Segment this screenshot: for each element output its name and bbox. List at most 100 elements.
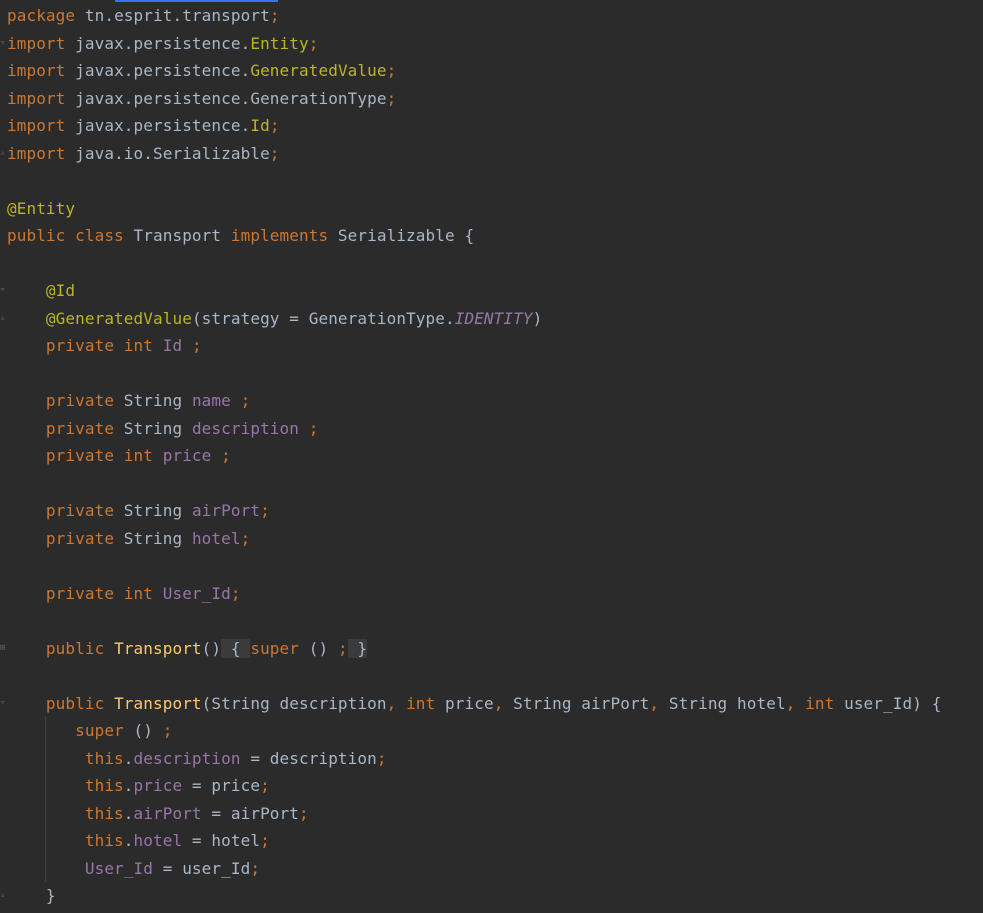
code-token: , int bbox=[386, 693, 446, 713]
code-line[interactable]: private String hotel; bbox=[7, 525, 250, 553]
code-token: ; bbox=[386, 88, 397, 108]
code-token: hotel bbox=[191, 528, 241, 548]
code-token: private int bbox=[7, 336, 163, 355]
code-token: = hotel bbox=[182, 831, 261, 850]
code-token: ; bbox=[386, 61, 397, 80]
code-token: } bbox=[347, 638, 368, 658]
code-token: ; bbox=[376, 748, 387, 768]
code-token: String bbox=[123, 418, 192, 438]
code-line[interactable]: public class Transport implements Serial… bbox=[7, 222, 474, 250]
code-token: airPort bbox=[133, 803, 202, 823]
code-token: import bbox=[7, 33, 76, 53]
code-token: String bbox=[123, 528, 192, 548]
code-token: public class bbox=[7, 226, 134, 245]
code-token: Entity bbox=[250, 33, 309, 53]
code-token: String bbox=[123, 391, 192, 410]
code-token: User_Id bbox=[7, 858, 153, 878]
code-token: import bbox=[7, 143, 76, 163]
code-token: Transport bbox=[114, 693, 202, 713]
code-line[interactable]: this.description = description; bbox=[7, 745, 387, 773]
code-token: ; bbox=[308, 418, 319, 438]
code-line[interactable]: private int Id ; bbox=[7, 332, 202, 360]
code-line[interactable]: private String name ; bbox=[7, 387, 250, 415]
code-token: @Id bbox=[7, 281, 76, 300]
code-token: ; bbox=[299, 803, 309, 823]
code-token: private bbox=[7, 418, 124, 438]
code-token: import bbox=[7, 88, 76, 108]
code-token: private int bbox=[7, 446, 163, 465]
code-token: javax.persistence.GenerationType bbox=[75, 88, 387, 108]
code-token: ; bbox=[269, 143, 280, 163]
code-token: = airPort bbox=[201, 803, 299, 823]
code-token: . bbox=[123, 831, 134, 850]
code-token: Transport bbox=[133, 226, 231, 245]
code-token: package bbox=[7, 6, 85, 25]
code-token: import bbox=[7, 61, 76, 80]
code-line[interactable]: this.airPort = airPort; bbox=[7, 800, 309, 828]
code-line[interactable]: import javax.persistence.GenerationType; bbox=[7, 85, 396, 113]
code-token: ; bbox=[337, 638, 348, 658]
code-token: javax.persistence. bbox=[75, 61, 251, 80]
code-token: ; bbox=[240, 391, 251, 410]
code-line[interactable]: this.hotel = hotel; bbox=[7, 827, 270, 855]
code-token: description bbox=[133, 748, 241, 768]
code-line[interactable]: import java.io.Serializable; bbox=[7, 140, 280, 168]
code-token: ; bbox=[260, 501, 270, 520]
code-token: ; bbox=[240, 528, 251, 548]
code-token: super bbox=[250, 638, 309, 658]
code-token: . bbox=[123, 748, 134, 768]
code-line[interactable]: import javax.persistence.Id; bbox=[7, 112, 280, 140]
code-token: IDENTITY bbox=[454, 308, 533, 328]
code-token: . bbox=[123, 803, 134, 823]
code-token: String bbox=[123, 501, 192, 520]
code-line[interactable]: public Transport() { super () ; } bbox=[7, 635, 368, 663]
code-token: () bbox=[133, 721, 163, 740]
code-editor[interactable]: ▿ ▵ ▿ ▵ ⊞ ▿ ▵ package tn.esprit.transpor… bbox=[0, 0, 983, 913]
code-token: ; bbox=[308, 33, 319, 53]
code-token: this bbox=[7, 831, 124, 850]
code-token: price bbox=[133, 776, 183, 795]
code-line[interactable]: this.price = price; bbox=[7, 772, 270, 800]
code-token: private int bbox=[7, 583, 163, 603]
code-token: airPort bbox=[191, 501, 261, 520]
code-line[interactable]: import javax.persistence.Entity; bbox=[7, 30, 318, 58]
code-token: tn.esprit.transport bbox=[84, 6, 270, 25]
code-line[interactable]: } bbox=[7, 882, 56, 910]
code-token: ; bbox=[191, 336, 202, 355]
code-token: this bbox=[7, 748, 124, 768]
code-token: , int bbox=[785, 693, 845, 713]
code-token: public bbox=[7, 638, 115, 658]
code-token: private bbox=[7, 528, 124, 548]
code-token: ; bbox=[162, 721, 173, 740]
code-token: ; bbox=[269, 116, 280, 135]
code-token: , bbox=[649, 693, 669, 713]
code-line[interactable]: private int User_Id; bbox=[7, 580, 241, 608]
code-line[interactable]: private int price ; bbox=[7, 442, 231, 470]
code-token: (String description bbox=[201, 693, 387, 713]
code-line[interactable]: @GeneratedValue(strategy = GenerationTyp… bbox=[7, 305, 542, 333]
code-token: ) bbox=[532, 308, 543, 328]
code-token: = price bbox=[182, 776, 261, 795]
code-line[interactable]: private String description ; bbox=[7, 415, 318, 443]
code-line[interactable]: User_Id = user_Id; bbox=[7, 855, 260, 883]
code-token: javax.persistence. bbox=[75, 33, 251, 53]
code-token: this bbox=[7, 776, 124, 795]
code-token: Transport bbox=[114, 638, 202, 658]
code-line[interactable]: @Entity bbox=[7, 195, 75, 223]
code-token: this bbox=[7, 803, 124, 823]
code-line[interactable]: package tn.esprit.transport; bbox=[7, 2, 280, 30]
code-line[interactable]: super () ; bbox=[7, 717, 172, 745]
code-token: ; bbox=[260, 831, 270, 850]
code-line[interactable]: private String airPort; bbox=[7, 497, 270, 525]
code-line[interactable]: import javax.persistence.GeneratedValue; bbox=[7, 57, 396, 85]
code-token: price bbox=[445, 693, 494, 713]
code-token: ; bbox=[221, 446, 231, 465]
code-line[interactable]: @Id bbox=[7, 277, 75, 305]
code-token: } bbox=[7, 886, 56, 905]
code-token: { bbox=[221, 638, 251, 658]
code-token: price bbox=[162, 446, 222, 465]
code-token: User_Id bbox=[162, 583, 231, 603]
code-token: ; bbox=[250, 858, 261, 878]
code-line[interactable]: public Transport(String description, int… bbox=[7, 690, 941, 718]
code-token: ; bbox=[230, 583, 241, 603]
